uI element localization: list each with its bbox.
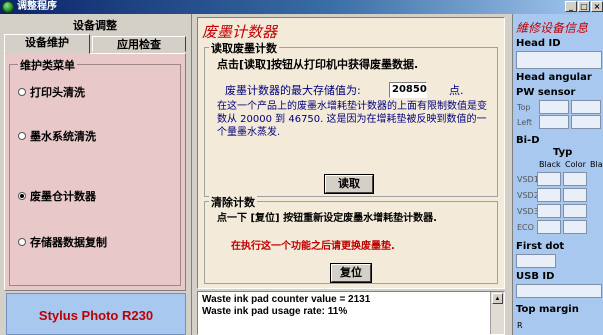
window-title: 调整程序 xyxy=(17,1,57,12)
panel-title: 废墨计数器 xyxy=(202,23,278,41)
bid-cell xyxy=(537,204,561,218)
radio-icon[interactable] xyxy=(18,88,26,96)
pw-top-cell xyxy=(539,100,569,114)
pw-top-cell xyxy=(571,100,601,114)
read-instruction: 点击[读取]按钮从打印机中获得废墨数据. xyxy=(217,58,419,71)
maintenance-menu-title: 维护类菜单 xyxy=(18,57,77,73)
radio-icon[interactable] xyxy=(18,132,26,140)
clear-counter-group: 清除计数 点一下 [复位] 按钮重新设定废墨水增耗垫计数器. 在执行这一个功能之… xyxy=(204,194,498,284)
color-header-color: Color xyxy=(565,160,586,169)
bi-d-label: Bi-D xyxy=(516,135,540,146)
title-bar: 调整程序 _ □ × xyxy=(0,0,603,14)
bid-cell xyxy=(563,220,587,234)
head-angular-label: Head angular xyxy=(516,72,592,83)
minimize-button[interactable]: _ xyxy=(565,1,577,12)
limit-note: 在这一个产品上的废墨水增耗垫计数器的上面有限制数值是变数从 20000 到 46… xyxy=(217,101,487,138)
radio-icon[interactable] xyxy=(18,238,26,246)
pw-sensor-label: PW sensor xyxy=(516,87,576,98)
bid-cell xyxy=(563,172,587,186)
replace-pad-warning: 在执行这一个功能之后请更换废墨垫. xyxy=(231,241,395,252)
bid-cell xyxy=(563,188,587,202)
option-label: 废墨仓计数器 xyxy=(30,190,96,203)
r-label: R xyxy=(517,321,523,330)
read-counter-group: 读取废墨计数 点击[读取]按钮从打印机中获得废墨数据. 废墨计数器的最大存储值为… xyxy=(204,40,498,197)
center-panel: 废墨计数器 读取废墨计数 点击[读取]按钮从打印机中获得废墨数据. 废墨计数器的… xyxy=(193,14,511,335)
right-info-panel: 維修设备信息 Head ID Head angular PW sensor To… xyxy=(512,14,603,335)
read-group-title: 读取废墨计数 xyxy=(209,40,279,56)
read-button[interactable]: 读取 xyxy=(324,174,374,194)
right-title: 維修设备信息 xyxy=(516,21,589,35)
option-label: 打印头清洗 xyxy=(30,86,85,99)
top-margin-label: Top margin xyxy=(516,304,579,315)
bid-cell xyxy=(537,188,561,202)
vsd2-label: VSD2 xyxy=(517,191,539,200)
vsd1-label: VSD1 xyxy=(517,175,539,184)
reset-button[interactable]: 复位 xyxy=(330,263,372,283)
log-line: Waste ink pad counter value = 2131 xyxy=(202,294,371,305)
maximize-button[interactable]: □ xyxy=(578,1,590,12)
printer-model: Stylus Photo R230 xyxy=(6,293,186,335)
waste-ink-panel: 废墨计数器 读取废墨计数 点击[读取]按钮从打印机中获得废墨数据. 废墨计数器的… xyxy=(197,17,505,289)
log-line: Waste ink pad usage rate: 11% xyxy=(202,306,348,317)
pw-top-label: Top xyxy=(517,103,531,112)
head-id-label: Head ID xyxy=(516,38,561,49)
clear-group-title: 清除计数 xyxy=(209,194,257,210)
color-header-black2: Bla xyxy=(590,160,603,169)
color-header-black: Black xyxy=(539,160,561,169)
pw-left-cell xyxy=(539,115,569,129)
maintenance-panel: 维护类菜单 打印头清洗 墨水系统清洗 废墨仓计数器 存储器数据复制 xyxy=(4,53,186,291)
left-header: 设备调整 xyxy=(73,19,117,32)
usb-id-label: USB ID xyxy=(516,271,555,282)
log-scrollbar[interactable]: ▲ xyxy=(490,292,504,334)
tab-maintenance[interactable]: 设备维护 xyxy=(4,34,90,54)
left-panel: 设备调整 设备维护 应用检查 维护类菜单 打印头清洗 墨水系统清洗 废墨仓计数器… xyxy=(0,14,192,335)
bid-cell xyxy=(537,172,561,186)
option-head-cleaning[interactable]: 打印头清洗 xyxy=(18,85,85,101)
maintenance-menu-group: 维护类菜单 打印头清洗 墨水系统清洗 废墨仓计数器 存储器数据复制 xyxy=(9,57,181,286)
pw-left-label: Left xyxy=(517,118,533,127)
radio-selected-icon[interactable] xyxy=(18,192,26,200)
max-value-unit: 点. xyxy=(449,84,464,97)
pw-left-cell xyxy=(571,115,601,129)
first-dot-field xyxy=(516,254,556,268)
max-value-field[interactable]: 20850 xyxy=(389,82,427,98)
option-label: 存储器数据复制 xyxy=(30,236,107,249)
bid-cell xyxy=(563,204,587,218)
option-ink-system-cleaning[interactable]: 墨水系统清洗 xyxy=(18,129,96,145)
tab-app-check[interactable]: 应用检查 xyxy=(92,36,186,52)
app-icon xyxy=(2,1,14,13)
scroll-up-icon[interactable]: ▲ xyxy=(492,293,503,304)
head-id-field xyxy=(516,51,602,69)
eco-label: ECO xyxy=(517,223,534,232)
max-value-label: 废墨计数器的最大存储值为: xyxy=(225,84,361,97)
option-eeprom-copy[interactable]: 存储器数据复制 xyxy=(18,235,107,251)
option-label: 墨水系统清洗 xyxy=(30,130,96,143)
result-log[interactable]: Waste ink pad counter value = 2131 Waste… xyxy=(197,291,505,335)
usb-id-field xyxy=(516,284,602,298)
typ-label: Typ xyxy=(553,147,573,158)
first-dot-label: First dot xyxy=(516,241,565,252)
option-waste-ink-counter[interactable]: 废墨仓计数器 xyxy=(18,189,96,205)
vsd3-label: VSD3 xyxy=(517,207,539,216)
close-button[interactable]: × xyxy=(591,1,603,12)
clear-instruction: 点一下 [复位] 按钮重新设定废墨水增耗垫计数器. xyxy=(217,213,437,224)
bid-cell xyxy=(537,220,561,234)
